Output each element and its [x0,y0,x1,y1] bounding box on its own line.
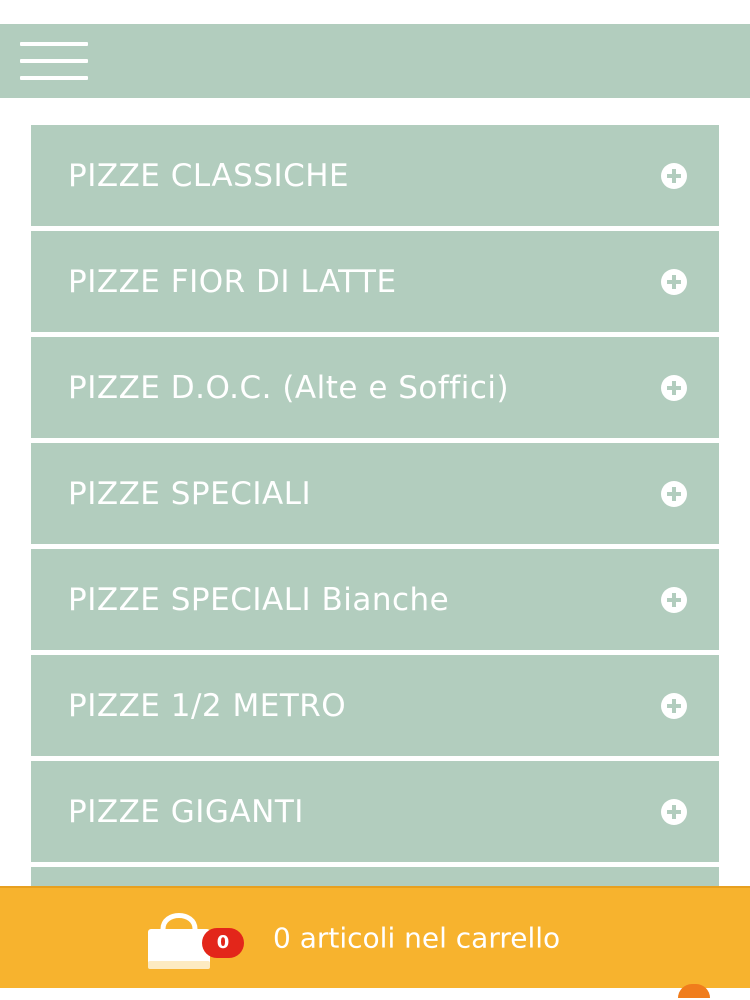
category-label: PIZZE 1/2 METRO [68,687,347,724]
category-item[interactable]: PIZZE 1/2 METRO [31,655,719,756]
cart-bar[interactable]: 0 0 articoli nel carrello [0,886,750,998]
category-label: PIZZE SPECIALI Bianche [68,581,450,618]
category-label: PIZZE SPECIALI [68,475,312,512]
category-label: PIZZE FIOR DI LATTE [68,263,397,300]
category-label: PIZZE CLASSICHE [68,157,350,194]
plus-circle-icon[interactable] [661,374,687,401]
category-list: PIZZE CLASSICHE PIZZE FIOR DI LATTE PIZZE … [31,125,719,886]
hamburger-menu-icon[interactable] [20,40,88,82]
category-item[interactable]: PIZZE GIGANTI [31,761,719,862]
category-label: PIZZE D.O.C. (Alte e Soffici) [68,369,510,406]
cart-count-badge: 0 [202,928,244,958]
page: PIZZE CLASSICHE PIZZE FIOR DI LATTE PIZZE … [0,0,750,1000]
plus-circle-icon[interactable] [661,162,687,189]
cart-label: 0 articoli nel carrello [273,921,561,955]
plus-circle-icon[interactable] [661,480,687,507]
category-item[interactable] [31,867,719,886]
category-item[interactable]: PIZZE SPECIALI [31,443,719,544]
plus-circle-icon[interactable] [661,798,687,825]
menu-line [20,76,88,80]
category-item[interactable]: PIZZE FIOR DI LATTE [31,231,719,332]
category-item[interactable]: PIZZE CLASSICHE [31,125,719,226]
menu-line [20,59,88,63]
category-label: PIZZE GIGANTI [68,793,304,830]
corner-indicator [678,984,710,998]
plus-circle-icon[interactable] [661,268,687,295]
plus-circle-icon[interactable] [661,586,687,613]
top-bar [0,24,750,98]
menu-line [20,42,88,46]
plus-circle-icon[interactable] [661,692,687,719]
category-item[interactable]: PIZZE SPECIALI Bianche [31,549,719,650]
category-item[interactable]: PIZZE D.O.C. (Alte e Soffici) [31,337,719,438]
